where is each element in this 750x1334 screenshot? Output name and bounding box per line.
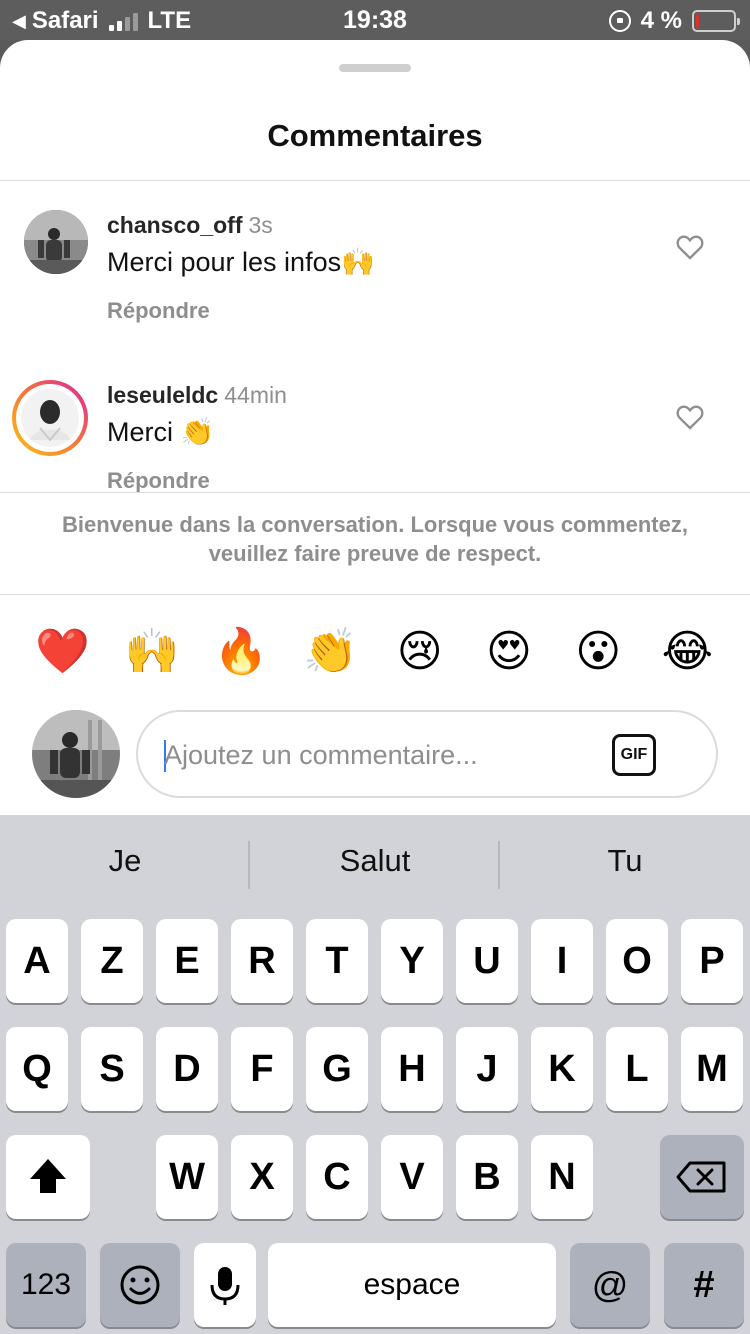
key-letter[interactable]: T (306, 919, 368, 1003)
backspace-key[interactable] (660, 1135, 744, 1219)
comments-sheet: Commentaires chansco_off 3s Merci pour le… (0, 40, 750, 815)
key-letter[interactable]: L (606, 1027, 668, 1111)
key-letter[interactable]: V (381, 1135, 443, 1219)
space-key[interactable]: espace (268, 1243, 556, 1327)
reply-button[interactable]: Répondre (107, 298, 210, 324)
emoji-crying-button[interactable]: 😢 (375, 626, 464, 678)
key-letter[interactable]: D (156, 1027, 218, 1111)
key-letter[interactable]: X (231, 1135, 293, 1219)
at-key[interactable]: @ (570, 1243, 650, 1327)
emoji-laughing-button[interactable]: 😂 (643, 626, 732, 678)
emoji-heart-eyes-button[interactable]: 😍 (464, 626, 553, 678)
backspace-icon (676, 1161, 726, 1193)
key-letter[interactable]: G (306, 1027, 368, 1111)
shift-key[interactable] (6, 1135, 90, 1219)
sheet-grabber[interactable] (339, 64, 411, 72)
key-letter[interactable]: J (456, 1027, 518, 1111)
shift-arrow-icon (30, 1159, 66, 1193)
microphone-icon (210, 1267, 240, 1305)
status-right: 4 % (608, 7, 740, 35)
sheet-title: Commentaires (267, 118, 483, 153)
key-letter[interactable]: F (231, 1027, 293, 1111)
reply-button[interactable]: Répondre (107, 468, 210, 494)
keyboard: Je Salut Tu A Z E R T Y U I O P Q S D F … (0, 815, 750, 1334)
profile-photo-icon (24, 210, 88, 274)
quick-emoji-bar: ❤️ 🙌 🔥 👏 😢 😍 😮 😂 (18, 626, 732, 678)
key-letter[interactable]: E (156, 919, 218, 1003)
comment-composer[interactable]: GIF (136, 710, 718, 798)
comment-input[interactable] (164, 734, 604, 776)
key-letter[interactable]: Z (81, 919, 143, 1003)
key-letter[interactable]: C (306, 1135, 368, 1219)
emoji-heart-button[interactable]: ❤️ (18, 626, 107, 678)
title-divider (0, 180, 750, 181)
key-letter[interactable]: Y (381, 919, 443, 1003)
key-letter[interactable]: A (6, 919, 68, 1003)
key-letter[interactable]: S (81, 1027, 143, 1111)
comment-time: 3s (248, 212, 273, 238)
key-letter[interactable]: I (531, 919, 593, 1003)
suggestion-item[interactable]: Je (0, 843, 250, 879)
key-letter[interactable]: U (456, 919, 518, 1003)
status-bar: ◀ Safari LTE 19:38 4 % (0, 0, 750, 40)
comment-meta: chansco_off 3s (107, 212, 273, 239)
emoji-fire-button[interactable]: 🔥 (197, 626, 286, 678)
avatar[interactable] (24, 210, 88, 274)
dictation-key[interactable] (194, 1243, 256, 1327)
avatar (16, 384, 84, 452)
suggestion-item[interactable]: Salut (250, 843, 500, 879)
orientation-lock-icon (608, 10, 631, 32)
like-heart-icon[interactable] (676, 234, 704, 260)
gif-button[interactable]: GIF (612, 734, 656, 776)
battery-level (696, 14, 699, 28)
comment-text: Merci 👏 (107, 417, 215, 447)
welcome-message: Bienvenue dans la conversation. Lorsque … (62, 512, 688, 566)
predictive-bar: Je Salut Tu (0, 815, 750, 911)
emoji-surprised-button[interactable]: 😮 (554, 626, 643, 678)
emoji-raised-hands-button[interactable]: 🙌 (107, 626, 196, 678)
story-ring[interactable] (12, 380, 88, 456)
like-heart-icon[interactable] (676, 404, 704, 430)
hash-key[interactable]: # (664, 1243, 744, 1327)
composer-avatar (32, 710, 120, 798)
key-letter[interactable]: B (456, 1135, 518, 1219)
battery-percent: 4 % (640, 7, 682, 34)
key-letter[interactable]: K (531, 1027, 593, 1111)
key-letter[interactable]: M (681, 1027, 743, 1111)
battery-icon (692, 10, 740, 32)
key-letter[interactable]: N (531, 1135, 593, 1219)
comment-time: 44min (224, 382, 287, 408)
welcome-divider (0, 594, 750, 595)
numbers-key[interactable]: 123 (6, 1243, 86, 1327)
comment-username[interactable]: leseuleldc (107, 382, 218, 408)
emoji-key[interactable] (100, 1243, 180, 1327)
key-letter[interactable]: Q (6, 1027, 68, 1111)
comment-text: Merci pour les infos🙌 (107, 247, 375, 277)
profile-photo-icon (32, 710, 120, 798)
key-letter[interactable]: H (381, 1027, 443, 1111)
smiley-icon (120, 1265, 160, 1305)
profile-photo-icon (21, 389, 79, 447)
comments-divider (0, 492, 750, 493)
emoji-clap-button[interactable]: 👏 (286, 626, 375, 678)
key-letter[interactable]: R (231, 919, 293, 1003)
suggestion-item[interactable]: Tu (500, 843, 750, 879)
comment-username[interactable]: chansco_off (107, 212, 242, 238)
key-letter[interactable]: P (681, 919, 743, 1003)
key-letter[interactable]: O (606, 919, 668, 1003)
key-letter[interactable]: W (156, 1135, 218, 1219)
comment-meta: leseuleldc 44min (107, 382, 287, 409)
